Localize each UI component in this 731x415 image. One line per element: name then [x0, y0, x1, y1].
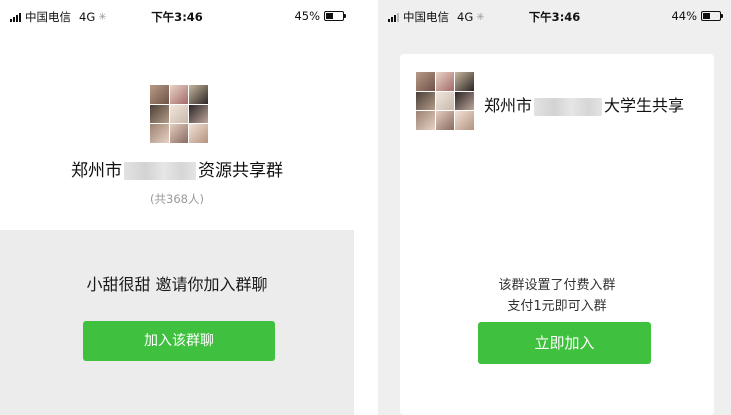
invite-message: 小甜很甜 邀请你加入群聊 — [86, 275, 268, 294]
group-avatar-mosaic — [416, 72, 474, 130]
redacted-text-block — [124, 162, 196, 180]
join-group-button[interactable]: 加入该群聊 — [83, 321, 275, 361]
battery-percent: 45% — [294, 9, 320, 23]
left-phone-screen: 中国电信 4G ✳ 下午3:46 45% 郑州市 资源共享群 (共368人) 小甜… — [0, 0, 354, 415]
notice-line: 该群设置了付费入群 — [498, 278, 616, 293]
member-count: (共368人) — [150, 192, 204, 206]
group-title: 郑州市 大学生共享 — [484, 92, 684, 116]
group-title-prefix: 郑州市 — [484, 96, 533, 115]
join-now-button[interactable]: 立即加入 — [478, 322, 651, 364]
battery-status: 44% — [671, 9, 723, 23]
battery-icon — [701, 11, 723, 21]
redacted-text-block — [534, 97, 603, 116]
invite-panel: 小甜很甜 邀请你加入群聊 加入该群聊 — [0, 230, 354, 415]
group-title-suffix: 大学生共享 — [604, 96, 685, 115]
battery-percent: 44% — [671, 9, 697, 23]
battery-icon — [324, 11, 346, 21]
group-avatar-mosaic — [150, 85, 208, 143]
status-bar: 中国电信 4G ✳ 下午3:46 44% — [378, 0, 731, 30]
right-phone-screen: 中国电信 4G ✳ 下午3:46 44% 郑州市 大学生共享 该群设置了付费入群 … — [378, 0, 731, 415]
status-bar: 中国电信 4G ✳ 下午3:46 45% — [0, 0, 354, 30]
battery-status: 45% — [294, 9, 346, 23]
group-title-suffix: 资源共享群 — [198, 161, 283, 181]
paid-entry-notice: 该群设置了付费入群 支付1元即可入群 — [400, 275, 714, 317]
notice-line: 支付1元即可入群 — [507, 299, 607, 314]
group-title: 郑州市 资源共享群 — [0, 156, 354, 181]
paid-group-card: 郑州市 大学生共享 该群设置了付费入群 支付1元即可入群 立即加入 — [400, 54, 714, 415]
group-title-prefix: 郑州市 — [71, 161, 122, 181]
